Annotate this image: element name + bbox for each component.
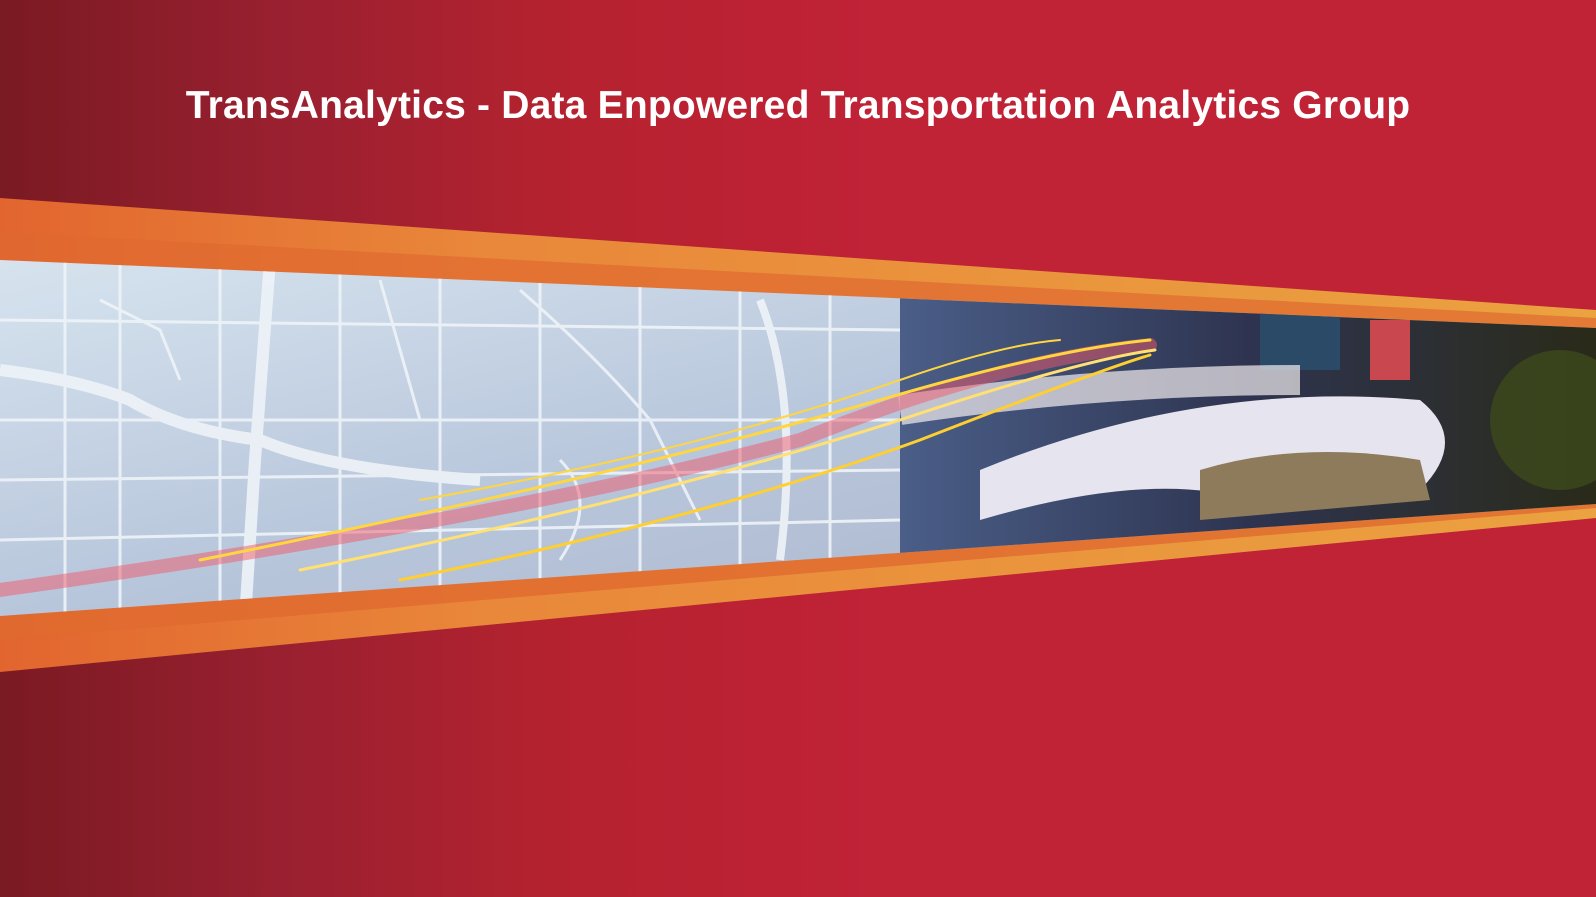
banner-image: [0, 198, 1596, 672]
